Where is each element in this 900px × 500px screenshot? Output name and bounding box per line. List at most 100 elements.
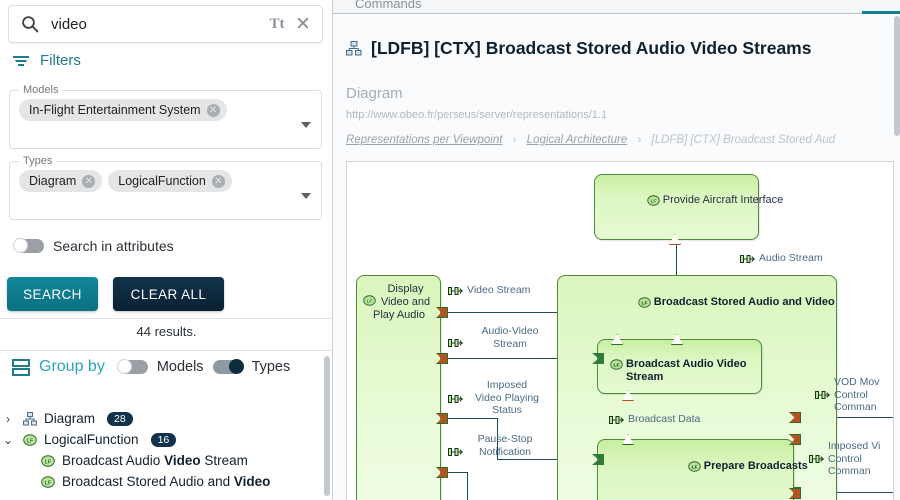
edge-label-imposed-video-playing-status: Imposed Video Playing Status <box>474 379 540 416</box>
svg-text:LF: LF <box>641 301 647 307</box>
node-prepare-broadcasts[interactable]: LF Prepare Broadcasts <box>592 434 808 500</box>
group-by-label: Group by <box>39 358 105 375</box>
group-by-types-label: Types <box>251 359 291 375</box>
tab-commands[interactable]: Commands <box>355 0 421 11</box>
remove-chip-icon[interactable]: ✕ <box>211 174 225 188</box>
function-exchange-icon <box>815 391 830 399</box>
tree-node-count-badge: 28 <box>107 411 133 426</box>
breadcrumb-separator-icon: › <box>512 134 517 146</box>
app-window: Tt ✕ Filters Models In-Flight Entertainm… <box>0 0 900 500</box>
edge-label-audio-stream: Audio Stream <box>759 252 823 264</box>
edge-label-imposed-video-control-command: Imposed Vi Control Comman <box>828 440 881 477</box>
types-filter-group: Types Diagram ✕ LogicalFunction ✕ <box>9 155 322 220</box>
node-label: LF Prepare Broadcasts <box>645 447 808 473</box>
logical-function-icon: LF <box>41 454 55 468</box>
results-tree: › Diagram 28 ⌄ LF LogicalFunction 16 LF … <box>0 408 332 492</box>
svg-text:LF: LF <box>27 438 34 444</box>
search-in-attributes-row[interactable]: Search in attributes <box>13 238 174 254</box>
edge-pause-stop-2 <box>467 472 468 500</box>
groupby-divider <box>0 350 332 351</box>
types-dropdown-caret-icon[interactable] <box>301 193 311 199</box>
diagram-canvas: LF Provide Aircraft Interface LF Display V… <box>347 162 893 500</box>
group-by-models-toggle[interactable] <box>116 359 148 374</box>
group-by-types-toggle[interactable] <box>212 359 244 374</box>
port-out <box>436 413 448 424</box>
svg-text:LF: LF <box>650 199 656 205</box>
group-by-icon <box>12 358 30 376</box>
type-chip-label: LogicalFunction <box>118 174 206 188</box>
group-by-models-label: Models <box>156 359 204 375</box>
models-chip-list: In-Flight Entertainment System ✕ <box>10 96 321 121</box>
node-label: LF Display Video and Play Audio <box>363 283 435 322</box>
edge-label-audio-video-stream: Audio-Video Stream <box>481 325 539 350</box>
model-chip[interactable]: In-Flight Entertainment System ✕ <box>19 99 227 121</box>
list-item[interactable]: LF Broadcast Stored Audio and Video <box>0 471 332 492</box>
document-uri: http://www.obeo.fr/perseus/server/repres… <box>346 109 608 121</box>
detail-panel: Commands [LDFB] [CTX] Broadcast Stored A… <box>333 0 900 500</box>
types-legend: Types <box>23 155 53 167</box>
models-filter-group: Models In-Flight Entertainment System ✕ <box>9 84 322 149</box>
port-out <box>789 488 801 499</box>
page-title: [LDFB] [CTX] Broadcast Stored Audio Vide… <box>371 38 812 58</box>
port-out <box>436 307 448 318</box>
search-panel: Tt ✕ Filters Models In-Flight Entertainm… <box>0 0 333 500</box>
list-item-label: Broadcast Stored Audio and Video <box>62 474 271 489</box>
node-display-video-and-play-audio[interactable]: LF Display Video and Play Audio <box>356 275 448 500</box>
filters-header[interactable]: Filters <box>12 52 81 69</box>
diagram-viewer[interactable]: LF Provide Aircraft Interface LF Display V… <box>346 161 894 500</box>
tree-node-diagram[interactable]: › Diagram 28 <box>0 408 332 429</box>
type-chip-label: Diagram <box>29 174 77 188</box>
logical-function-icon: LF <box>23 433 37 447</box>
twisty-icon[interactable]: ⌄ <box>0 433 16 447</box>
edge-imposed-status-1 <box>442 418 497 419</box>
remove-chip-icon[interactable]: ✕ <box>82 174 96 188</box>
filters-label: Filters <box>40 52 81 69</box>
edge-label-broadcast-data: Broadcast Data <box>628 413 701 425</box>
group-by-row: Group by Models Types <box>12 358 290 376</box>
function-exchange-icon <box>609 416 624 424</box>
filter-icon <box>12 54 30 68</box>
search-button[interactable]: SEARCH <box>7 277 98 311</box>
svg-text:LF: LF <box>367 299 373 305</box>
clear-all-button[interactable]: CLEAR ALL <box>113 277 224 311</box>
models-dropdown-caret-icon[interactable] <box>301 122 311 128</box>
page-title-row: [LDFB] [CTX] Broadcast Stored Audio Vide… <box>346 38 811 59</box>
left-panel-scrollbar[interactable] <box>324 356 330 496</box>
search-box[interactable]: Tt ✕ <box>8 5 323 43</box>
tree-node-logicalfunction[interactable]: ⌄ LF LogicalFunction 16 <box>0 429 332 450</box>
breadcrumb-item-1[interactable]: Logical Architecture <box>527 134 628 146</box>
tree-node-label: Diagram <box>44 411 96 426</box>
port-out <box>669 234 681 245</box>
twisty-icon[interactable]: › <box>0 412 16 426</box>
port-out <box>436 467 448 478</box>
node-provide-aircraft-interface[interactable]: LF Provide Aircraft Interface <box>594 174 783 245</box>
types-chip-list: Diagram ✕ LogicalFunction ✕ <box>10 167 321 192</box>
node-label: LF Provide Aircraft Interface <box>604 181 783 207</box>
breadcrumb-item-0[interactable]: Representations per Viewpoint <box>346 134 502 146</box>
node-broadcast-audio-video-stream[interactable]: LF Broadcast Audio Video Stream <box>592 334 762 401</box>
results-count: 44 results. <box>136 324 197 339</box>
diagram-icon <box>23 411 37 426</box>
match-case-icon[interactable]: Tt <box>264 16 290 33</box>
detail-panel-scrollbar[interactable] <box>894 16 900 136</box>
search-input[interactable] <box>51 15 264 33</box>
search-in-attributes-toggle[interactable] <box>13 238 44 253</box>
breadcrumb-item-2: [LDFB] [CTX] Broadcast Stored Aud <box>651 134 836 146</box>
type-chip[interactable]: LogicalFunction ✕ <box>108 170 232 192</box>
search-icon <box>21 15 39 33</box>
type-chip[interactable]: Diagram ✕ <box>19 170 103 192</box>
function-exchange-icon <box>448 287 463 295</box>
function-exchange-icon <box>448 339 463 347</box>
edge-label-pause-stop-notification: Pause-Stop Notification <box>477 433 533 458</box>
results-divider <box>0 318 332 319</box>
logical-function-icon: LF <box>41 475 55 489</box>
document-header: [LDFB] [CTX] Broadcast Stored Audio Vide… <box>333 14 900 500</box>
edge-label-video-stream: Video Stream <box>467 284 531 296</box>
clear-search-icon[interactable]: ✕ <box>290 13 316 36</box>
edge-label-vod-movie-control-command: VOD Mov Control Comman <box>834 376 880 413</box>
list-item[interactable]: LF Broadcast Audio Video Stream <box>0 450 332 471</box>
model-chip-label: In-Flight Entertainment System <box>29 103 201 117</box>
svg-text:LF: LF <box>691 465 697 471</box>
tree-node-count-badge: 16 <box>150 432 177 447</box>
remove-chip-icon[interactable]: ✕ <box>206 103 220 117</box>
